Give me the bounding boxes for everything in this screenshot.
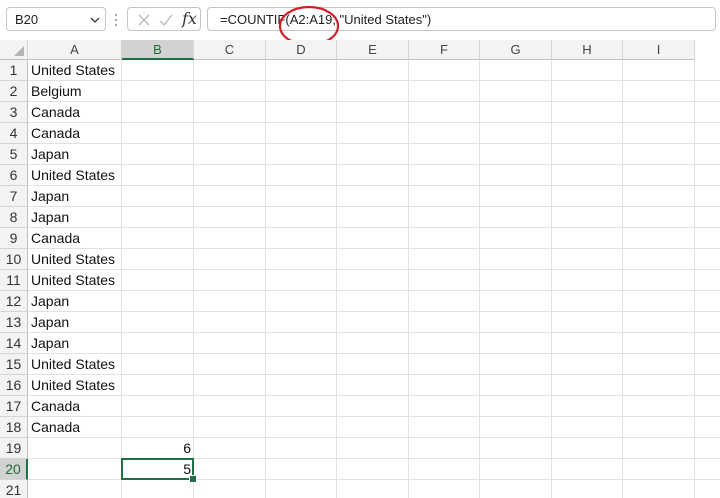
gridline-vertical bbox=[408, 60, 409, 498]
gridline-horizontal bbox=[28, 80, 720, 81]
gridline-horizontal bbox=[28, 164, 720, 165]
gridline-horizontal bbox=[28, 290, 720, 291]
gridline-horizontal bbox=[28, 374, 720, 375]
cell-a2[interactable]: Belgium bbox=[28, 81, 82, 102]
row-header-4[interactable]: 4 bbox=[0, 123, 28, 144]
row-header-10[interactable]: 10 bbox=[0, 249, 28, 270]
row-header-7[interactable]: 7 bbox=[0, 186, 28, 207]
gridline-horizontal bbox=[28, 206, 720, 207]
cell-a3[interactable]: Canada bbox=[28, 102, 80, 123]
gridline-horizontal bbox=[28, 332, 720, 333]
cell-a13[interactable]: Japan bbox=[28, 312, 69, 333]
cancel-x-icon[interactable] bbox=[136, 12, 152, 28]
insert-function-icon[interactable]: fx bbox=[182, 9, 197, 28]
grip-dots-icon bbox=[115, 14, 117, 26]
column-header-d[interactable]: D bbox=[266, 40, 337, 60]
row-header-14[interactable]: 14 bbox=[0, 333, 28, 354]
gridline-vertical bbox=[121, 60, 122, 498]
cell-b19[interactable]: 6 bbox=[122, 438, 194, 459]
gridline-vertical bbox=[694, 60, 695, 498]
select-all-icon bbox=[14, 46, 24, 56]
formula-buttons: fx bbox=[127, 7, 201, 31]
cell-a4[interactable]: Canada bbox=[28, 123, 80, 144]
fill-handle[interactable] bbox=[189, 475, 197, 483]
gridline-horizontal bbox=[28, 269, 720, 270]
column-header-g[interactable]: G bbox=[480, 40, 552, 60]
cell-a10[interactable]: United States bbox=[28, 249, 115, 270]
cell-a12[interactable]: Japan bbox=[28, 291, 69, 312]
gridline-vertical bbox=[336, 60, 337, 498]
row-header-1[interactable]: 1 bbox=[0, 60, 28, 81]
column-header-h[interactable]: H bbox=[552, 40, 623, 60]
cell-a15[interactable]: United States bbox=[28, 354, 115, 375]
row-header-13[interactable]: 13 bbox=[0, 312, 28, 333]
cell-a14[interactable]: Japan bbox=[28, 333, 69, 354]
enter-check-icon[interactable] bbox=[158, 12, 174, 28]
row-header-9[interactable]: 9 bbox=[0, 228, 28, 249]
gridline-horizontal bbox=[28, 395, 720, 396]
row-header-2[interactable]: 2 bbox=[0, 81, 28, 102]
row-header-6[interactable]: 6 bbox=[0, 165, 28, 186]
gridline-horizontal bbox=[28, 122, 720, 123]
gridline-horizontal bbox=[28, 248, 720, 249]
cell-a8[interactable]: Japan bbox=[28, 207, 69, 228]
select-all-button[interactable] bbox=[0, 40, 28, 60]
formula-bar: B20 fx =COUNTIF(A2:A19, "United States") bbox=[0, 0, 720, 47]
cell-a5[interactable]: Japan bbox=[28, 144, 69, 165]
cell-a6[interactable]: United States bbox=[28, 165, 115, 186]
column-header-f[interactable]: F bbox=[409, 40, 480, 60]
gridline-horizontal bbox=[28, 227, 720, 228]
column-header-i[interactable]: I bbox=[623, 40, 695, 60]
spreadsheet-grid: A B C D E F G H I 1 2 3 4 5 6 7 8 9 10 11 12 13 14 15 16 17 18 19 20… bbox=[0, 40, 720, 498]
cell-a1[interactable]: United States bbox=[28, 60, 115, 81]
row-header-12[interactable]: 12 bbox=[0, 291, 28, 312]
gridline-horizontal bbox=[28, 143, 720, 144]
gridline-vertical bbox=[551, 60, 552, 498]
row-header-15[interactable]: 15 bbox=[0, 354, 28, 375]
row-header-3[interactable]: 3 bbox=[0, 102, 28, 123]
excel-window: B20 fx =COUNTIF(A2:A19, "United States") bbox=[0, 0, 720, 498]
gridline-vertical bbox=[193, 60, 194, 498]
formula-input[interactable]: =COUNTIF(A2:A19, "United States") bbox=[207, 7, 716, 31]
column-header-a[interactable]: A bbox=[28, 40, 122, 60]
gridline-horizontal bbox=[28, 185, 720, 186]
column-header-e[interactable]: E bbox=[337, 40, 409, 60]
cell-a11[interactable]: United States bbox=[28, 270, 115, 291]
column-header-b[interactable]: B bbox=[122, 40, 194, 60]
cell-a17[interactable]: Canada bbox=[28, 396, 80, 417]
gridline-horizontal bbox=[28, 311, 720, 312]
chevron-down-icon[interactable] bbox=[89, 14, 101, 26]
row-header-5[interactable]: 5 bbox=[0, 144, 28, 165]
name-box[interactable]: B20 bbox=[6, 7, 106, 31]
gridline-horizontal bbox=[28, 353, 720, 354]
formula-text: =COUNTIF(A2:A19, "United States") bbox=[220, 12, 432, 27]
row-header-21[interactable]: 21 bbox=[0, 480, 28, 498]
gridline-horizontal bbox=[28, 101, 720, 102]
name-box-value: B20 bbox=[15, 12, 39, 27]
gridline-vertical bbox=[265, 60, 266, 498]
gridline-horizontal bbox=[28, 416, 720, 417]
column-header-c[interactable]: C bbox=[194, 40, 266, 60]
row-header-11[interactable]: 11 bbox=[0, 270, 28, 291]
cell-a18[interactable]: Canada bbox=[28, 417, 80, 438]
row-header-18[interactable]: 18 bbox=[0, 417, 28, 438]
row-header-17[interactable]: 17 bbox=[0, 396, 28, 417]
gridline-vertical bbox=[622, 60, 623, 498]
cell-a7[interactable]: Japan bbox=[28, 186, 69, 207]
cell-b20[interactable]: 5 bbox=[122, 459, 194, 480]
cell-a9[interactable]: Canada bbox=[28, 228, 80, 249]
gridline-vertical bbox=[479, 60, 480, 498]
row-header-16[interactable]: 16 bbox=[0, 375, 28, 396]
row-header-19[interactable]: 19 bbox=[0, 438, 28, 459]
row-header-8[interactable]: 8 bbox=[0, 207, 28, 228]
cell-a16[interactable]: United States bbox=[28, 375, 115, 396]
row-header-20[interactable]: 20 bbox=[0, 459, 28, 480]
